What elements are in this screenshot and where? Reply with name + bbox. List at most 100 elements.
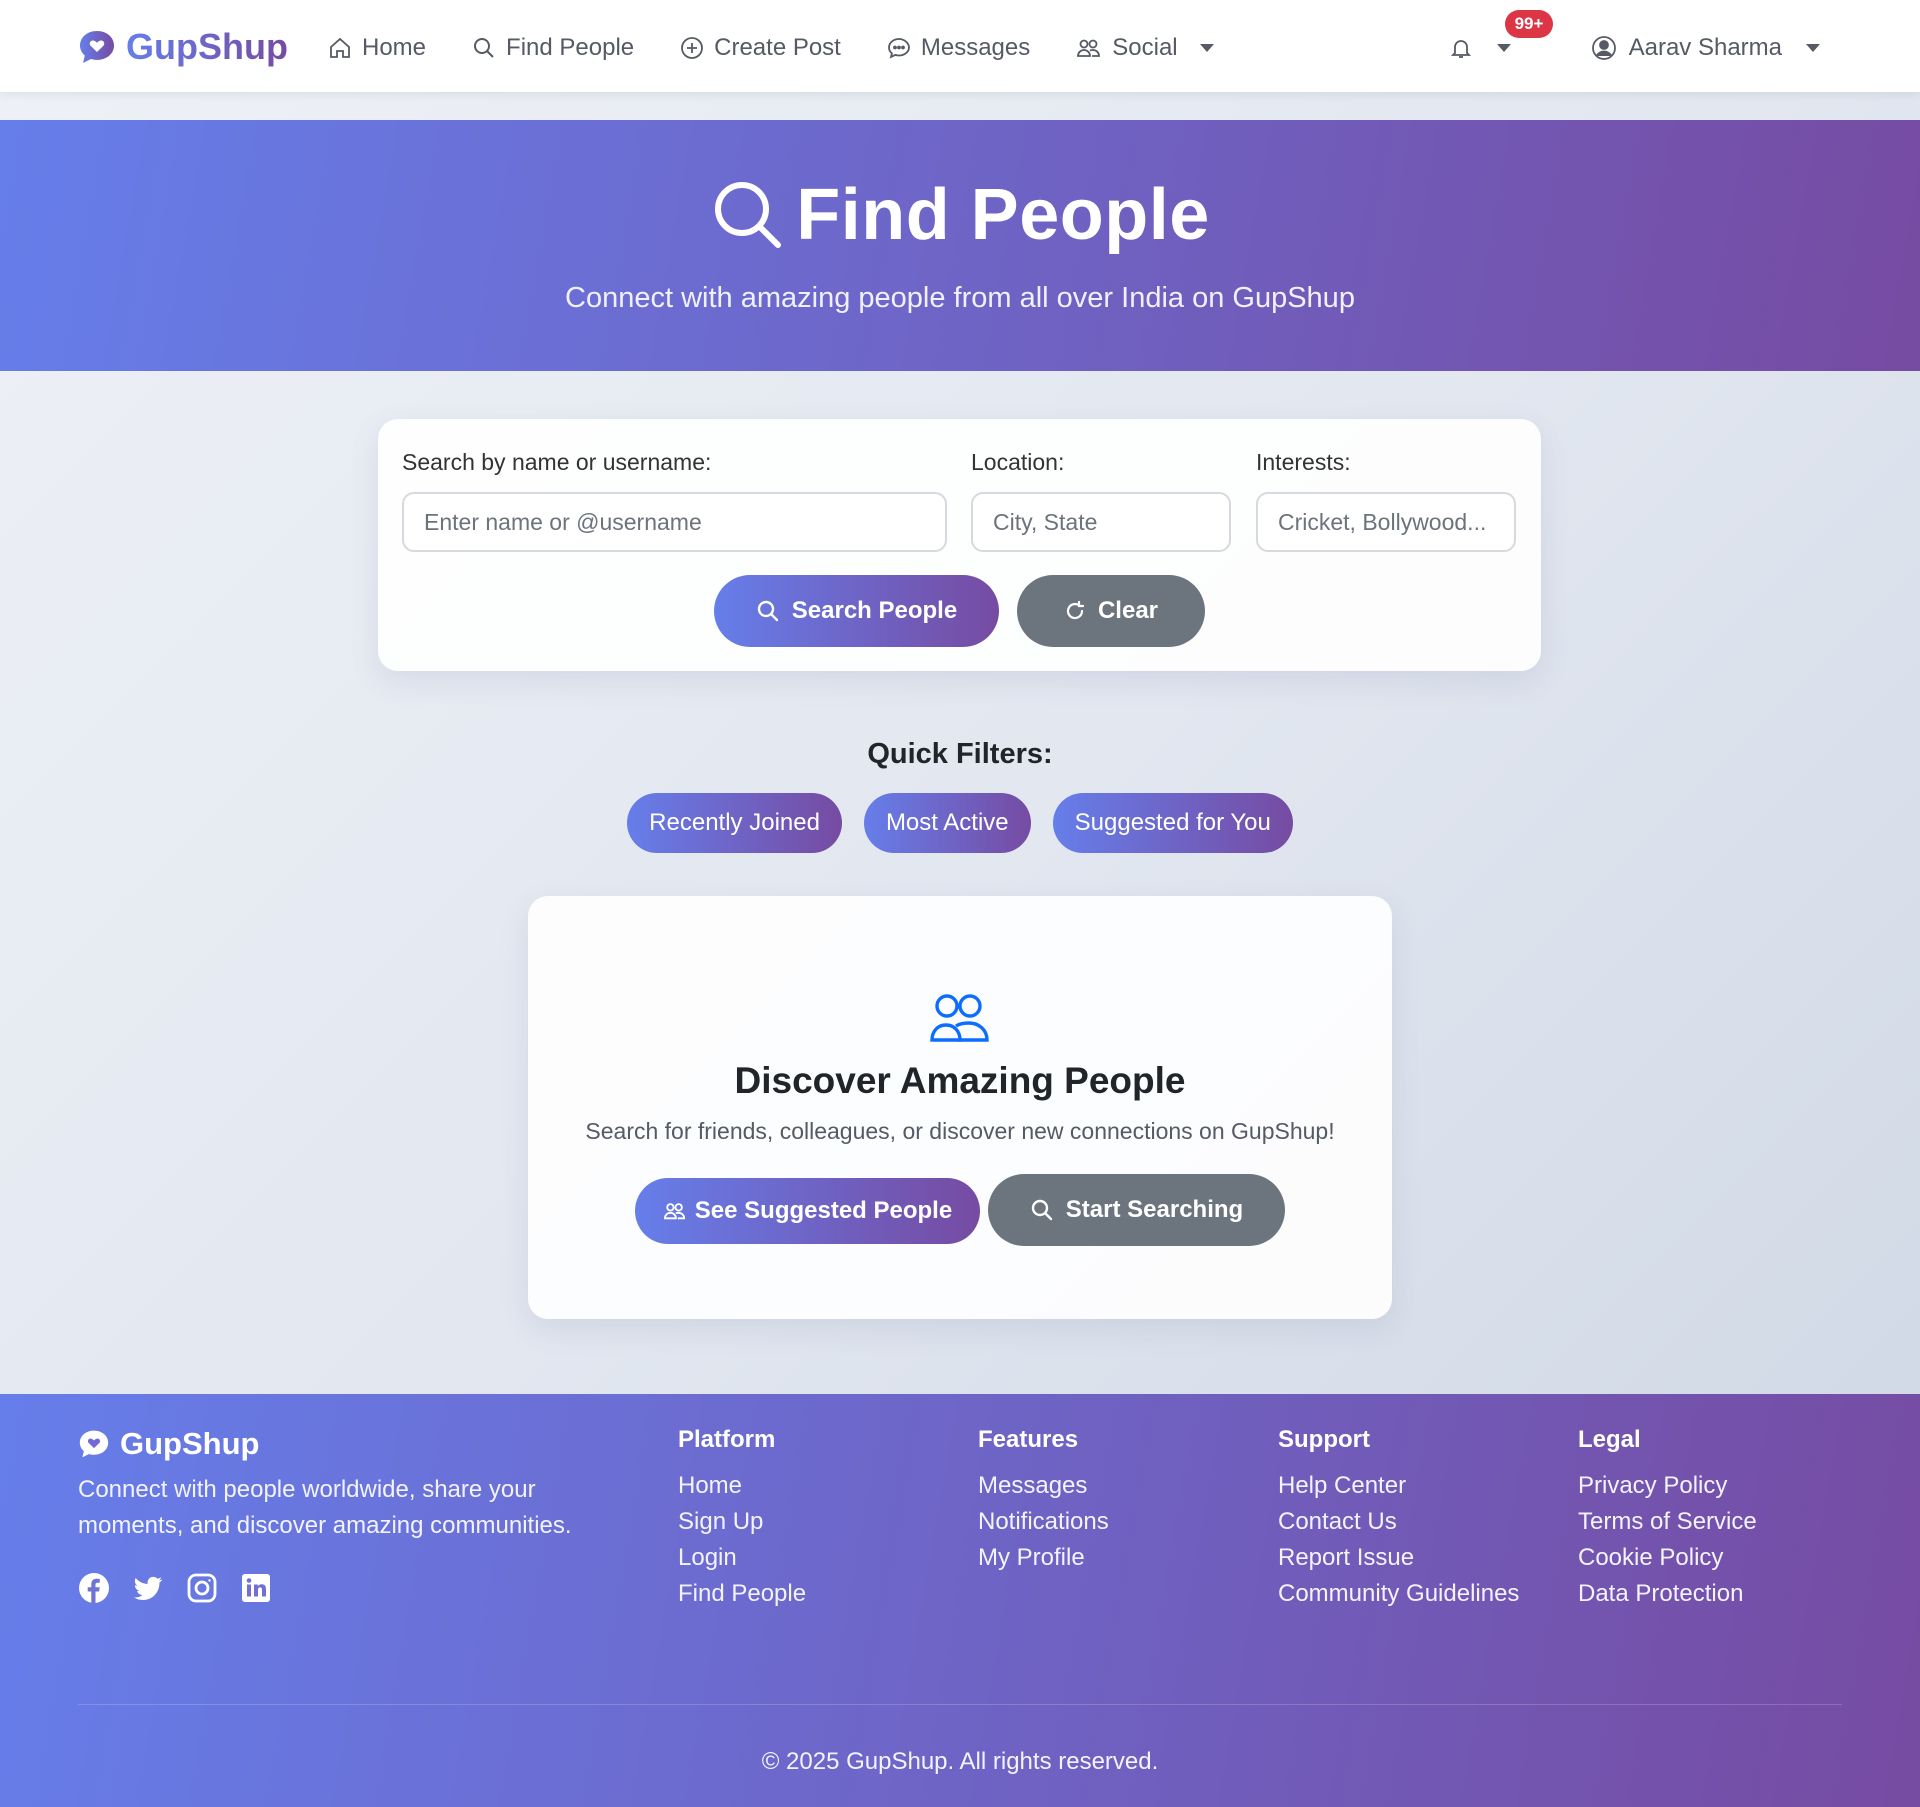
nav-links: Home Find People Create Post Messages So… <box>328 28 1260 68</box>
start-searching-button[interactable]: Start Searching <box>988 1174 1285 1246</box>
user-name: Aarav Sharma <box>1628 34 1782 61</box>
chevron-down-icon <box>1496 43 1511 53</box>
see-suggested-people-button[interactable]: See Suggested People <box>635 1178 980 1244</box>
footer-link-cookie-policy[interactable]: Cookie Policy <box>1578 1540 1757 1576</box>
nav-create-post-label: Create Post <box>714 34 841 61</box>
people-icon <box>1076 36 1102 60</box>
location-field-group: Location: <box>971 449 1231 552</box>
bell-icon <box>1449 36 1473 60</box>
filter-suggested-for-you[interactable]: Suggested for You <box>1052 793 1293 853</box>
footer-link-privacy-policy[interactable]: Privacy Policy <box>1578 1468 1757 1504</box>
chevron-down-icon <box>1806 43 1820 53</box>
footer-link-login[interactable]: Login <box>678 1540 806 1576</box>
location-field-label: Location: <box>971 449 1065 475</box>
footer-link-find-people[interactable]: Find People <box>678 1576 806 1612</box>
nav-social-label: Social <box>1112 34 1178 61</box>
chat-dots-icon <box>887 36 911 60</box>
interests-input[interactable] <box>1256 492 1516 552</box>
nav-home[interactable]: Home <box>328 34 426 62</box>
chat-heart-icon <box>78 29 116 65</box>
search-people-button[interactable]: Search People <box>714 575 999 647</box>
hero-banner: Find People Connect with amazing people … <box>0 120 1920 371</box>
site-footer: GupShup Connect with people worldwide, s… <box>0 1394 1920 1807</box>
footer-link-contact-us[interactable]: Contact Us <box>1278 1504 1519 1540</box>
twitter-icon[interactable] <box>132 1572 164 1604</box>
nav-find-people[interactable]: Find People <box>472 34 634 62</box>
nav-find-people-label: Find People <box>506 34 635 61</box>
footer-link-sign-up[interactable]: Sign Up <box>678 1504 806 1540</box>
nav-create-post[interactable]: Create Post <box>680 34 841 62</box>
linkedin-icon[interactable] <box>240 1572 272 1604</box>
name-field-label: Search by name or username: <box>402 449 712 475</box>
nav-messages[interactable]: Messages <box>887 34 1030 62</box>
user-menu-dropdown[interactable]: Aarav Sharma <box>1591 34 1820 62</box>
chat-heart-icon <box>78 1429 110 1459</box>
nav-social-dropdown[interactable]: Social <box>1076 34 1214 62</box>
quick-filter-chips: Recently Joined Most Active Suggested fo… <box>0 793 1920 853</box>
footer-link-terms-of-service[interactable]: Terms of Service <box>1578 1504 1757 1540</box>
nav-messages-label: Messages <box>920 34 1031 61</box>
search-icon <box>710 177 786 253</box>
footer-col-features: Features Messages Notifications My Profi… <box>978 1426 1109 1576</box>
quick-filters-title: Quick Filters: <box>867 738 1053 770</box>
footer-social-links <box>78 1572 272 1604</box>
footer-col-platform: Platform Home Sign Up Login Find People <box>678 1426 806 1612</box>
notification-badge: 99+ <box>1504 10 1554 38</box>
discover-empty-state: Discover Amazing People Search for frien… <box>528 896 1392 1319</box>
search-form-card: Search by name or username: Location: In… <box>378 419 1541 671</box>
clear-label: Clear <box>1097 597 1159 624</box>
interests-field-label: Interests: <box>1256 449 1351 475</box>
footer-col-support: Support Help Center Contact Us Report Is… <box>1278 1426 1519 1612</box>
footer-link-notifications[interactable]: Notifications <box>978 1504 1109 1540</box>
footer-col-title: Platform <box>678 1426 776 1453</box>
notifications-dropdown[interactable]: 99+ <box>1449 10 1554 60</box>
footer-link-my-profile[interactable]: My Profile <box>978 1540 1109 1576</box>
footer-divider <box>78 1704 1842 1705</box>
page-title: Find People <box>796 175 1210 255</box>
discover-subtitle: Search for friends, colleagues, or disco… <box>585 1118 1335 1144</box>
discover-title: Discover Amazing People <box>734 1060 1186 1101</box>
chevron-down-icon <box>1199 43 1214 53</box>
people-icon <box>928 992 992 1044</box>
search-people-label: Search People <box>791 597 958 624</box>
footer-description: Connect with people worldwide, share you… <box>78 1476 572 1539</box>
search-actions: Search People Clear <box>378 575 1541 647</box>
filter-recently-joined[interactable]: Recently Joined <box>627 793 842 853</box>
hero-title-row: Find People <box>0 174 1920 256</box>
name-search-input[interactable] <box>402 492 947 552</box>
people-icon <box>663 1200 687 1222</box>
page-subtitle: Connect with amazing people from all ove… <box>565 282 1355 314</box>
footer-col-title: Support <box>1278 1426 1370 1453</box>
footer-link-community-guidelines[interactable]: Community Guidelines <box>1278 1576 1519 1612</box>
discover-actions: See Suggested People Start Searching <box>528 1174 1392 1246</box>
person-circle-icon <box>1591 35 1617 61</box>
clear-button[interactable]: Clear <box>1017 575 1205 647</box>
footer-col-legal: Legal Privacy Policy Terms of Service Co… <box>1578 1426 1757 1612</box>
footer-col-title: Features <box>978 1426 1079 1453</box>
house-icon <box>328 36 352 60</box>
footer-link-home[interactable]: Home <box>678 1468 806 1504</box>
see-suggested-label: See Suggested People <box>694 1197 953 1224</box>
instagram-icon[interactable] <box>186 1572 218 1604</box>
name-field-group: Search by name or username: <box>402 449 947 552</box>
brand-link[interactable]: GupShup <box>78 24 288 70</box>
footer-copyright: © 2025 GupShup. All rights reserved. <box>761 1748 1159 1775</box>
top-navbar: GupShup Home Find People Create Post Mes… <box>0 0 1920 92</box>
plus-circle-icon <box>680 36 704 60</box>
footer-link-help-center[interactable]: Help Center <box>1278 1468 1519 1504</box>
search-icon <box>756 599 780 623</box>
search-icon <box>472 36 496 60</box>
footer-brand: GupShup <box>78 1426 259 1462</box>
footer-link-report-issue[interactable]: Report Issue <box>1278 1540 1519 1576</box>
footer-link-messages[interactable]: Messages <box>978 1468 1109 1504</box>
footer-brand-name: GupShup <box>120 1426 260 1461</box>
brand-name: GupShup <box>126 26 288 67</box>
location-input[interactable] <box>971 492 1231 552</box>
facebook-icon[interactable] <box>78 1572 110 1604</box>
search-icon <box>1030 1198 1054 1222</box>
filter-most-active[interactable]: Most Active <box>863 793 1031 853</box>
start-searching-label: Start Searching <box>1065 1196 1244 1223</box>
refresh-icon <box>1064 600 1086 622</box>
footer-link-data-protection[interactable]: Data Protection <box>1578 1576 1757 1612</box>
nav-home-label: Home <box>362 34 427 61</box>
